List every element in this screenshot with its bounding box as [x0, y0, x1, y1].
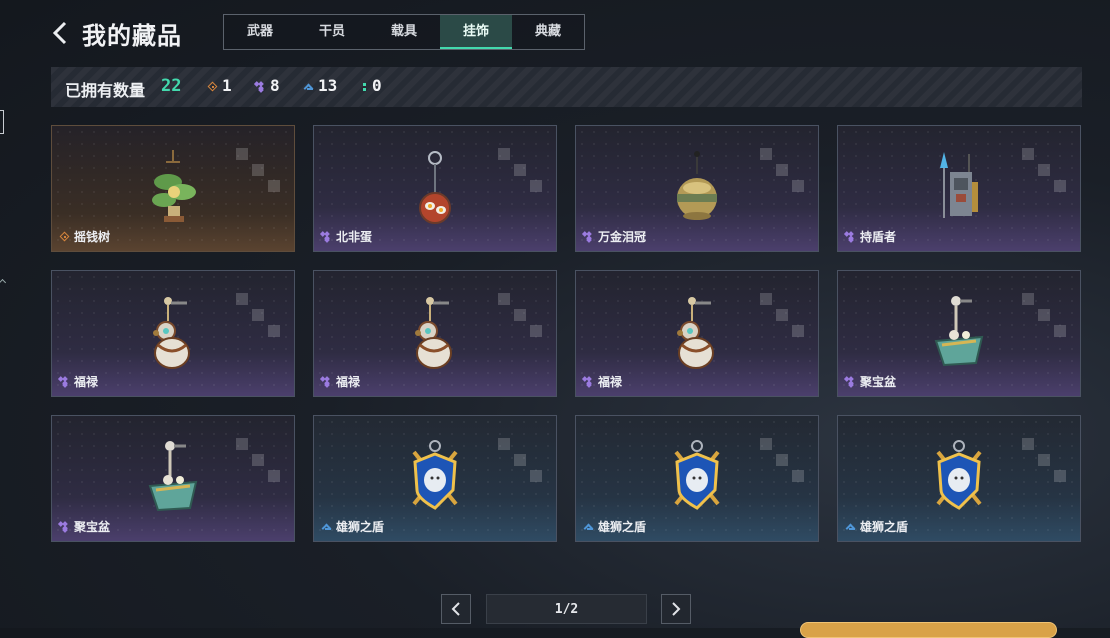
action-button[interactable] [800, 622, 1057, 638]
charm-card[interactable]: 福禄 [313, 270, 557, 397]
orange-count: 1 [208, 76, 232, 95]
tab-charms[interactable]: 挂饰 [440, 15, 512, 49]
owned-count-label: 已拥有数量 [65, 81, 146, 100]
chevron-left-icon [52, 21, 67, 45]
blue-rarity-icon [322, 522, 332, 532]
charm-name: 福禄 [336, 375, 361, 389]
treasure-bowl-charm-icon [148, 441, 198, 512]
owned-count-total: 22 [161, 76, 182, 96]
card-pattern [498, 148, 542, 192]
charm-name: 雄狮之盾 [598, 520, 647, 534]
card-pattern [760, 438, 804, 482]
charm-card[interactable]: 持盾者 [837, 125, 1081, 252]
charm-card[interactable]: 福禄 [51, 270, 295, 397]
golden-crown-orb-charm-icon [677, 151, 717, 220]
chevron-right-icon [672, 602, 681, 616]
charm-name: 聚宝盆 [860, 375, 897, 389]
card-pattern [498, 438, 542, 482]
charm-card[interactable]: 北非蛋 [313, 125, 557, 252]
charm-card[interactable]: 聚宝盆 [837, 270, 1081, 397]
charm-name: 雄狮之盾 [336, 520, 385, 534]
card-pattern [498, 293, 542, 337]
orange-rarity-icon [60, 232, 70, 242]
charm-card[interactable]: 万金泪冠 [575, 125, 819, 252]
charm-card[interactable]: 雄狮之盾 [313, 415, 557, 542]
page-title: 我的藏品 [82, 22, 182, 50]
owned-stats-bar: 已拥有数量 22 1 8 13 0 [51, 67, 1082, 107]
purple-rarity-icon [60, 522, 70, 532]
gourd-charm-icon [677, 297, 714, 369]
purple-rarity-icon [322, 232, 332, 242]
charm-name: 福禄 [598, 375, 623, 389]
tab-weapons[interactable]: 武器 [224, 15, 296, 49]
lion-shield-charm-icon [412, 440, 458, 510]
card-pattern [760, 293, 804, 337]
purple-rarity-icon [846, 377, 856, 387]
charm-name: 聚宝盆 [74, 520, 111, 534]
chevron-left-icon [451, 602, 460, 616]
card-pattern [1022, 438, 1066, 482]
purple-count: 8 [256, 76, 280, 95]
purple-rarity-icon [584, 377, 594, 387]
purple-rarity-icon [584, 232, 594, 242]
blue-rarity-icon [584, 522, 594, 532]
charm-name: 持盾者 [860, 230, 897, 244]
charm-card[interactable]: 摇钱树 [51, 125, 295, 252]
page-indicator: 1/2 [486, 594, 647, 624]
back-button[interactable] [50, 20, 72, 46]
charm-name: 摇钱树 [74, 230, 111, 244]
purple-rarity-icon [846, 232, 856, 242]
card-pattern [1022, 293, 1066, 337]
card-pattern [236, 293, 280, 337]
charm-card[interactable]: 福禄 [575, 270, 819, 397]
tab-vehicles[interactable]: 载具 [368, 15, 440, 49]
purple-rarity-icon [256, 82, 266, 92]
lion-shield-charm-icon [936, 440, 982, 510]
blue-count: 13 [304, 76, 337, 95]
shield-bearer-charm-icon [940, 152, 978, 218]
gourd-charm-icon [153, 297, 190, 369]
charm-card[interactable]: 雄狮之盾 [575, 415, 819, 542]
next-page-button[interactable] [661, 594, 691, 624]
shakshuka-charm-icon [419, 151, 451, 224]
green-rarity-icon [362, 82, 368, 92]
blue-rarity-icon [304, 82, 314, 92]
charm-card[interactable]: 聚宝盆 [51, 415, 295, 542]
previous-page-button[interactable] [441, 594, 471, 624]
gourd-charm-icon [415, 297, 452, 369]
tab-collection[interactable]: 典藏 [512, 15, 584, 49]
card-pattern [236, 438, 280, 482]
side-expand-arrow-icon[interactable] [0, 278, 7, 287]
card-pattern [236, 148, 280, 192]
treasure-bowl-charm-icon [934, 296, 984, 367]
green-count: 0 [362, 76, 382, 95]
side-panel-edge [0, 110, 4, 134]
purple-rarity-icon [322, 377, 332, 387]
charm-name: 万金泪冠 [598, 230, 647, 244]
category-tabs: 武器 干员 载具 挂饰 典藏 [223, 14, 585, 50]
charm-name: 北非蛋 [336, 230, 373, 244]
charm-name: 雄狮之盾 [860, 520, 909, 534]
lion-shield-charm-icon [674, 440, 720, 510]
blue-rarity-icon [846, 522, 856, 532]
purple-rarity-icon [60, 377, 70, 387]
charm-grid: 摇钱树 北非蛋 万金泪冠 持盾者 福禄 福禄 福禄 聚宝盆 聚宝盆 雄狮之盾 雄… [51, 125, 1082, 542]
orange-rarity-icon [208, 82, 218, 92]
card-pattern [760, 148, 804, 192]
card-pattern [1022, 148, 1066, 192]
charm-name: 福禄 [74, 375, 99, 389]
money-tree-charm-icon [152, 150, 196, 222]
tab-operators[interactable]: 干员 [296, 15, 368, 49]
charm-card[interactable]: 雄狮之盾 [837, 415, 1081, 542]
